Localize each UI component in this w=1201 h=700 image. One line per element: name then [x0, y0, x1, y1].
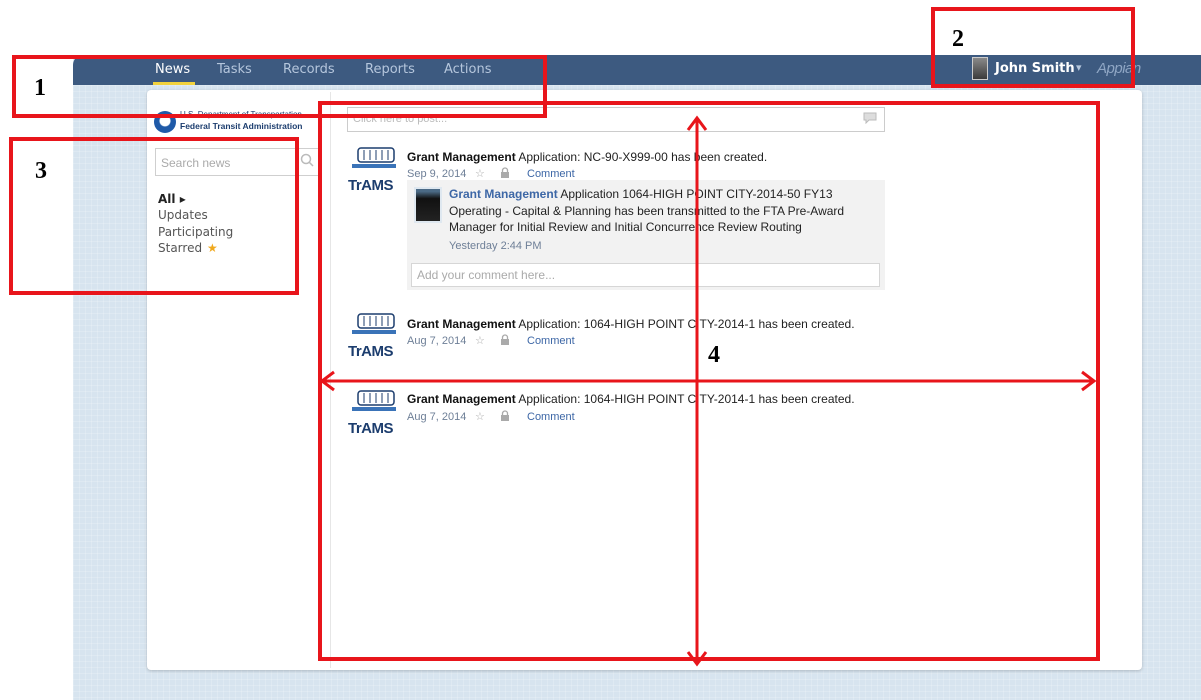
screenshot-stage: News Tasks Records Reports Actions John … [0, 0, 1201, 700]
annotation-arrows [319, 115, 1097, 667]
